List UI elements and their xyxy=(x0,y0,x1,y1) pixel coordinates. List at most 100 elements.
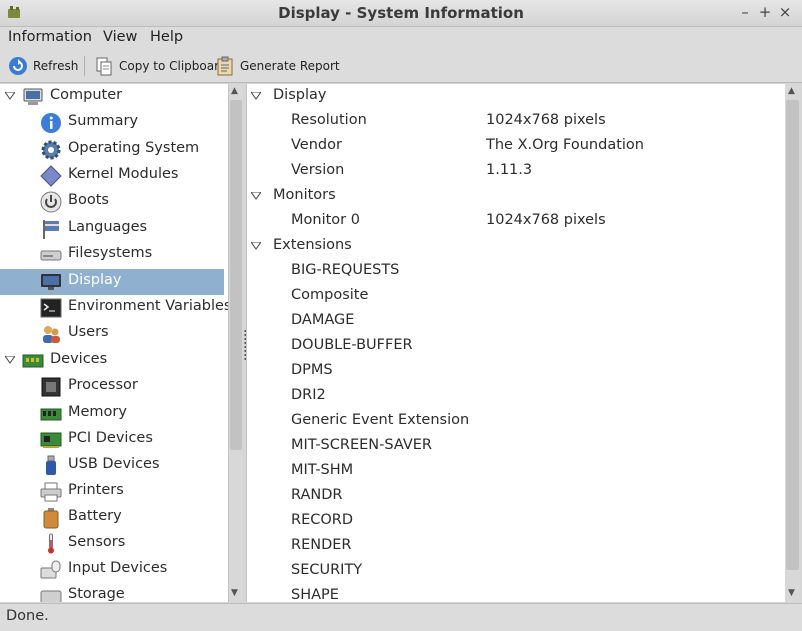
row-key: Version xyxy=(291,162,345,178)
computer-icon xyxy=(23,88,43,105)
report-label: Generate Report xyxy=(240,59,340,73)
extension-name: DRI2 xyxy=(291,387,326,403)
memory-icon xyxy=(40,408,62,421)
sidebar-item-battery[interactable]: Battery xyxy=(0,505,224,531)
sidebar-item-summary[interactable]: Summary xyxy=(0,110,224,136)
window-title: Display - System Information xyxy=(278,4,524,22)
list-item: DPMS xyxy=(247,359,785,384)
list-item: DAMAGE xyxy=(247,309,785,334)
sidebar-item-input-devices[interactable]: Input Devices xyxy=(0,557,224,583)
sidebar-item-label: Processor xyxy=(68,377,138,393)
collapse-arrow-icon[interactable] xyxy=(251,242,261,250)
storage-icon xyxy=(40,590,62,602)
sidebar-item-usb-devices[interactable]: USB Devices xyxy=(0,453,224,479)
title-bar: Display - System Information – + × xyxy=(0,0,802,27)
row-value: 1024x768 pixels xyxy=(486,112,606,128)
sidebar-item-languages[interactable]: Languages xyxy=(0,216,224,242)
list-item: Composite xyxy=(247,284,785,309)
extension-name: DPMS xyxy=(291,362,333,378)
extension-name: SECURITY xyxy=(291,562,363,578)
menu-help[interactable]: Help xyxy=(150,29,183,45)
section-title: Extensions xyxy=(273,237,352,253)
menu-information[interactable]: Information xyxy=(8,29,92,45)
sidebar-item-display[interactable]: Display xyxy=(0,269,224,295)
generate-report-button[interactable]: Generate Report xyxy=(215,54,340,78)
close-button[interactable]: × xyxy=(776,3,794,21)
monitor-icon xyxy=(41,274,61,290)
sidebar-item-label: Storage xyxy=(68,586,125,602)
list-item: RANDR xyxy=(247,484,785,509)
tree-group-label: Computer xyxy=(50,87,123,103)
sidebar-item-operating-system[interactable]: Operating System xyxy=(0,137,224,163)
collapse-arrow-icon[interactable] xyxy=(5,356,15,364)
tree-group-computer[interactable]: Computer xyxy=(0,84,224,110)
sidebar-item-processor[interactable]: Processor xyxy=(0,374,224,400)
list-item: DOUBLE-BUFFER xyxy=(247,334,785,359)
sidebar-item-label: Operating System xyxy=(68,140,200,156)
extension-name: SHAPE xyxy=(291,587,339,602)
table-row: Vendor The X.Org Foundation xyxy=(247,134,785,159)
sidebar-item-boots[interactable]: Boots xyxy=(0,189,224,215)
maximize-button[interactable]: + xyxy=(756,3,774,21)
section-extensions[interactable]: Extensions xyxy=(247,234,785,259)
pci-icon xyxy=(40,432,62,448)
details-pane: Display Resolution 1024x768 pixels Vendo… xyxy=(246,84,785,602)
refresh-icon xyxy=(9,57,27,75)
sidebar-item-label: Users xyxy=(68,324,109,340)
status-text: Done. xyxy=(6,608,49,624)
power-icon xyxy=(40,191,62,213)
flag-icon xyxy=(43,220,59,239)
section-title: Monitors xyxy=(273,187,336,203)
sidebar-item-storage[interactable]: Storage xyxy=(0,583,224,602)
collapse-arrow-icon[interactable] xyxy=(251,92,261,100)
toolbar: Refresh Copy to Clipboard Generate Repor… xyxy=(0,50,802,83)
row-key: Resolution xyxy=(291,112,367,128)
scroll-down-arrow-icon[interactable]: ▼ xyxy=(788,588,795,598)
printer-icon xyxy=(40,482,62,502)
scrollbar-thumb[interactable] xyxy=(230,100,242,450)
list-item: RENDER xyxy=(247,534,785,559)
menu-view[interactable]: View xyxy=(103,29,137,45)
sidebar-item-kernel-modules[interactable]: Kernel Modules xyxy=(0,163,224,189)
scroll-down-arrow-icon[interactable]: ▼ xyxy=(231,588,238,598)
sidebar-item-pci-devices[interactable]: PCI Devices xyxy=(0,427,224,453)
minimize-button[interactable]: – xyxy=(736,3,754,21)
keyboard-icon xyxy=(40,560,61,579)
tree-scrollbar[interactable]: ▲ ▼ xyxy=(229,84,243,602)
sidebar-item-users[interactable]: Users xyxy=(0,321,224,347)
section-display[interactable]: Display xyxy=(247,84,785,109)
sidebar-item-label: Kernel Modules xyxy=(68,166,179,182)
report-icon xyxy=(217,56,233,76)
extension-name: DOUBLE-BUFFER xyxy=(291,337,413,353)
details-scrollbar[interactable]: ▲ ▼ xyxy=(785,84,800,602)
copy-to-clipboard-button[interactable]: Copy to Clipboard xyxy=(94,54,226,78)
sidebar-item-printers[interactable]: Printers xyxy=(0,479,224,505)
sidebar-item-label: Display xyxy=(68,272,122,288)
devices-icon xyxy=(22,354,44,368)
sidebar-item-environment-variables[interactable]: Environment Variables xyxy=(0,295,228,321)
sidebar-item-label: Summary xyxy=(68,113,139,129)
sidebar-item-label: Battery xyxy=(68,508,122,524)
row-value: The X.Org Foundation xyxy=(486,137,644,153)
module-icon xyxy=(40,165,62,187)
scroll-up-arrow-icon[interactable]: ▲ xyxy=(788,86,795,96)
users-icon xyxy=(43,326,60,343)
refresh-button[interactable]: Refresh xyxy=(8,54,78,78)
table-row: Monitor 0 1024x768 pixels xyxy=(247,209,785,234)
sidebar-item-memory[interactable]: Memory xyxy=(0,401,224,427)
collapse-arrow-icon[interactable] xyxy=(5,92,15,100)
list-item: Generic Event Extension xyxy=(247,409,785,434)
scroll-up-arrow-icon[interactable]: ▲ xyxy=(231,86,238,96)
sidebar-item-label: Input Devices xyxy=(68,560,168,576)
sidebar-item-sensors[interactable]: Sensors xyxy=(0,531,224,557)
collapse-arrow-icon[interactable] xyxy=(251,192,261,200)
table-row: Version 1.11.3 xyxy=(247,159,785,184)
tree-group-devices[interactable]: Devices xyxy=(0,348,224,374)
sidebar-item-filesystems[interactable]: Filesystems xyxy=(0,242,224,268)
table-row: Resolution 1024x768 pixels xyxy=(247,109,785,134)
scrollbar-thumb[interactable] xyxy=(786,100,799,570)
section-monitors[interactable]: Monitors xyxy=(247,184,785,209)
cpu-icon xyxy=(41,377,61,397)
sidebar-item-label: Languages xyxy=(68,219,148,235)
sidebar-item-label: Printers xyxy=(68,482,124,498)
